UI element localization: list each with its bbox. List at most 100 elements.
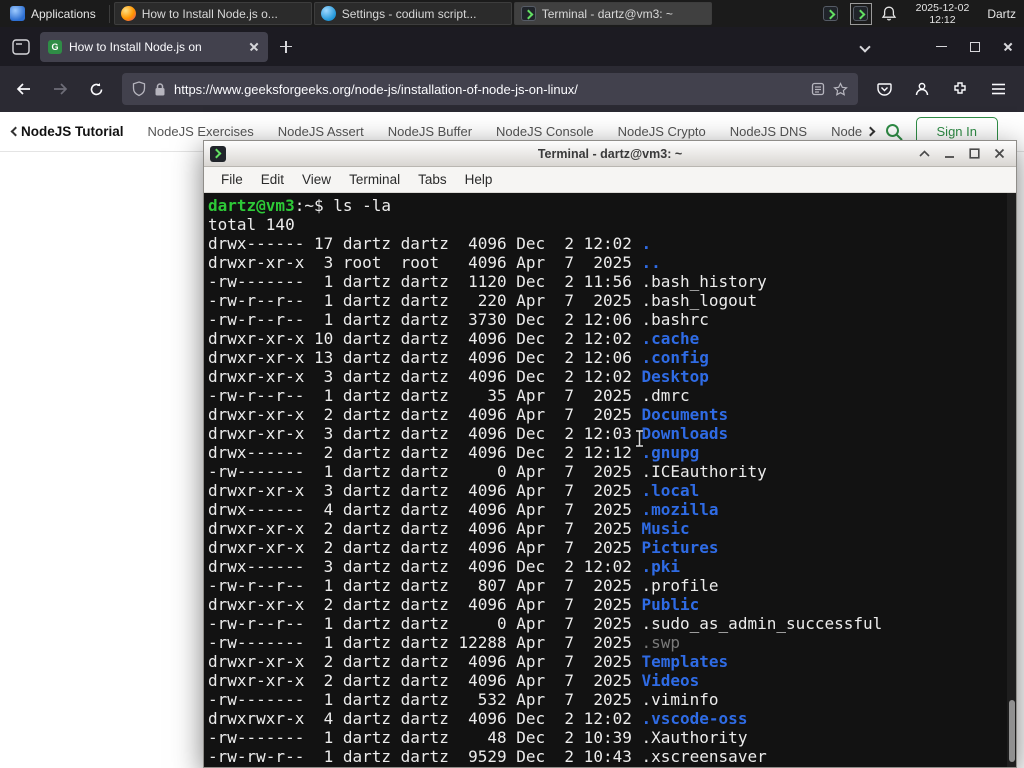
terminal-menu-help[interactable]: Help: [456, 167, 502, 192]
tracking-shield-icon[interactable]: [132, 81, 146, 97]
site-favicon: G: [48, 39, 62, 54]
firefox-icon: [120, 6, 136, 21]
ls-row: drwxr-xr-x 2 dartz dartz 4096 Apr 7 2025…: [208, 405, 729, 424]
terminal-scrollbar-thumb[interactable]: [1008, 700, 1015, 762]
window-maximize-icon[interactable]: [958, 33, 991, 61]
tabs-list-chevron-icon[interactable]: [851, 33, 879, 61]
ls-row: drwxr-xr-x 2 dartz dartz 4096 Apr 7 2025…: [208, 595, 700, 614]
ls-row: -rw------- 1 dartz dartz 1120 Dec 2 11:5…: [208, 272, 767, 291]
tab-title: How to Install Node.js on: [69, 39, 202, 54]
taskbar-window-0[interactable]: How to Install Node.js o...: [113, 2, 312, 25]
applications-menu[interactable]: Applications: [0, 0, 106, 27]
nav-next-chevron-icon[interactable]: [865, 126, 875, 137]
terminal-menu-terminal[interactable]: Terminal: [340, 167, 409, 192]
terminal-menu-edit[interactable]: Edit: [252, 167, 293, 192]
taskbar-windows: How to Install Node.js o... Settings - co…: [113, 0, 713, 27]
terminal-scrollbar[interactable]: [1007, 193, 1016, 767]
pocket-icon[interactable]: [868, 73, 900, 105]
reload-icon[interactable]: [80, 73, 112, 105]
ls-row: drwxr-xr-x 3 dartz dartz 4096 Dec 2 12:0…: [208, 424, 729, 443]
window-close-icon[interactable]: [991, 33, 1024, 61]
site-nav-item-0[interactable]: NodeJS Tutorial: [21, 124, 124, 139]
desktop-panel: Applications How to Install Node.js o...…: [0, 0, 1024, 27]
site-nav-items: NodeJS Tutorial NodeJS Exercises NodeJS As…: [21, 124, 865, 139]
site-nav-item-6[interactable]: NodeJS DNS: [730, 124, 807, 139]
lock-icon[interactable]: [154, 82, 166, 97]
text-cursor-icon: [634, 430, 645, 452]
ls-row: drwxr-xr-x 3 dartz dartz 4096 Apr 7 2025…: [208, 481, 700, 500]
terminal-icon: [853, 6, 869, 21]
shade-icon[interactable]: [914, 144, 935, 164]
ls-row: drwxr-xr-x 3 root root 4096 Apr 7 2025 .…: [208, 253, 661, 272]
ls-row: drwxr-xr-x 2 dartz dartz 4096 Apr 7 2025…: [208, 519, 690, 538]
system-tray: 2025-12-02 12:12 Dartz: [820, 2, 1024, 26]
terminal-menu-tabs[interactable]: Tabs: [409, 167, 456, 192]
window-minimize-icon[interactable]: [925, 33, 958, 61]
terminal-screen[interactable]: dartz@vm3:~$ ls -la total 140 drwx------ 1…: [204, 193, 1016, 767]
terminal-icon: [823, 6, 839, 21]
terminal-titlebar[interactable]: Terminal - dartz@vm3: ~: [204, 141, 1016, 167]
ls-row: drwxr-xr-x 3 dartz dartz 4096 Dec 2 12:0…: [208, 367, 709, 386]
menu-icon[interactable]: [982, 73, 1014, 105]
ls-row: drwxrwxr-x 4 dartz dartz 4096 Dec 2 12:0…: [208, 709, 748, 728]
forward-icon[interactable]: [44, 73, 76, 105]
desktop: Applications How to Install Node.js o...…: [0, 0, 1024, 768]
terminal-total-line: total 140: [208, 215, 295, 234]
panel-user: Dartz: [987, 6, 1016, 21]
taskbar-window-title: How to Install Node.js o...: [141, 6, 278, 21]
ls-row: drwxr-xr-x 13 dartz dartz 4096 Dec 2 12:…: [208, 348, 709, 367]
browser-toolbar: https://www.geeksforgeeks.org/node-js/in…: [0, 66, 1024, 112]
browser-tab-strip: G How to Install Node.js on: [0, 27, 1024, 66]
firefox-view-icon[interactable]: [6, 33, 36, 61]
site-nav-item-5[interactable]: NodeJS Crypto: [618, 124, 706, 139]
window-close-icon[interactable]: [989, 144, 1010, 164]
ls-row: drwx------ 2 dartz dartz 4096 Dec 2 12:1…: [208, 443, 700, 462]
taskbar-window-2[interactable]: Terminal - dartz@vm3: ~: [513, 2, 712, 25]
bookmark-star-icon[interactable]: [833, 81, 848, 97]
tab-close-icon[interactable]: [248, 41, 260, 53]
ls-row: drwxr-xr-x 10 dartz dartz 4096 Dec 2 12:…: [208, 329, 700, 348]
new-tab-icon[interactable]: [272, 33, 300, 61]
ls-row: drwx------ 17 dartz dartz 4096 Dec 2 12:…: [208, 234, 652, 253]
clock-time: 12:12: [929, 13, 956, 26]
extensions-icon[interactable]: [944, 73, 976, 105]
site-nav-item-1[interactable]: NodeJS Exercises: [148, 124, 254, 139]
ls-row: -rw-r--r-- 1 dartz dartz 807 Apr 7 2025 …: [208, 576, 719, 595]
terminal-menubar: File Edit View Terminal Tabs Help: [204, 167, 1016, 193]
window-maximize-icon[interactable]: [964, 144, 985, 164]
terminal-icon: [520, 6, 536, 21]
ls-row: -rw------- 1 dartz dartz 532 Apr 7 2025 …: [208, 690, 719, 709]
clock-date: 2025-12-02: [915, 1, 970, 14]
terminal-menu-view[interactable]: View: [293, 167, 340, 192]
back-icon[interactable]: [8, 73, 40, 105]
browser-window-controls: [925, 33, 1024, 61]
reader-mode-icon[interactable]: [811, 82, 825, 96]
site-nav-item-2[interactable]: NodeJS Assert: [278, 124, 364, 139]
bell-icon[interactable]: [880, 5, 898, 23]
ls-row: -rw-rw-r-- 1 dartz dartz 9529 Dec 2 10:4…: [208, 747, 767, 766]
nav-prev-chevron-icon[interactable]: [10, 126, 21, 137]
panel-clock[interactable]: 2025-12-02 12:12: [916, 2, 970, 26]
url-text[interactable]: https://www.geeksforgeeks.org/node-js/in…: [174, 82, 803, 97]
terminal-tray-icon[interactable]: [820, 3, 842, 25]
site-nav-item-4[interactable]: NodeJS Console: [496, 124, 594, 139]
terminal-prompt-line: dartz@vm3:~$ ls -la: [208, 196, 392, 215]
site-nav-item-7[interactable]: Node: [831, 124, 862, 139]
taskbar-window-title: Settings - codium script...: [341, 6, 477, 21]
account-icon[interactable]: [906, 73, 938, 105]
ls-row: -rw-r--r-- 1 dartz dartz 220 Apr 7 2025 …: [208, 291, 758, 310]
search-icon[interactable]: [884, 122, 904, 142]
ls-row: drwx------ 4 dartz dartz 4096 Apr 7 2025…: [208, 500, 719, 519]
ls-row: drwx------ 3 dartz dartz 4096 Dec 2 12:0…: [208, 557, 681, 576]
window-minimize-icon[interactable]: [939, 144, 960, 164]
site-nav-item-3[interactable]: NodeJS Buffer: [388, 124, 472, 139]
url-bar[interactable]: https://www.geeksforgeeks.org/node-js/in…: [122, 73, 858, 105]
terminal-tray-icon-focused[interactable]: [849, 2, 872, 25]
ls-row: drwxr-xr-x 2 dartz dartz 4096 Apr 7 2025…: [208, 538, 719, 557]
terminal-icon: [210, 145, 226, 162]
ls-row: -rw-r--r-- 1 dartz dartz 3730 Dec 2 12:0…: [208, 310, 709, 329]
terminal-menu-file[interactable]: File: [212, 167, 252, 192]
toolbar-right-icons: [868, 73, 1014, 105]
taskbar-window-1[interactable]: Settings - codium script...: [313, 2, 512, 25]
browser-tab[interactable]: G How to Install Node.js on: [40, 31, 268, 62]
